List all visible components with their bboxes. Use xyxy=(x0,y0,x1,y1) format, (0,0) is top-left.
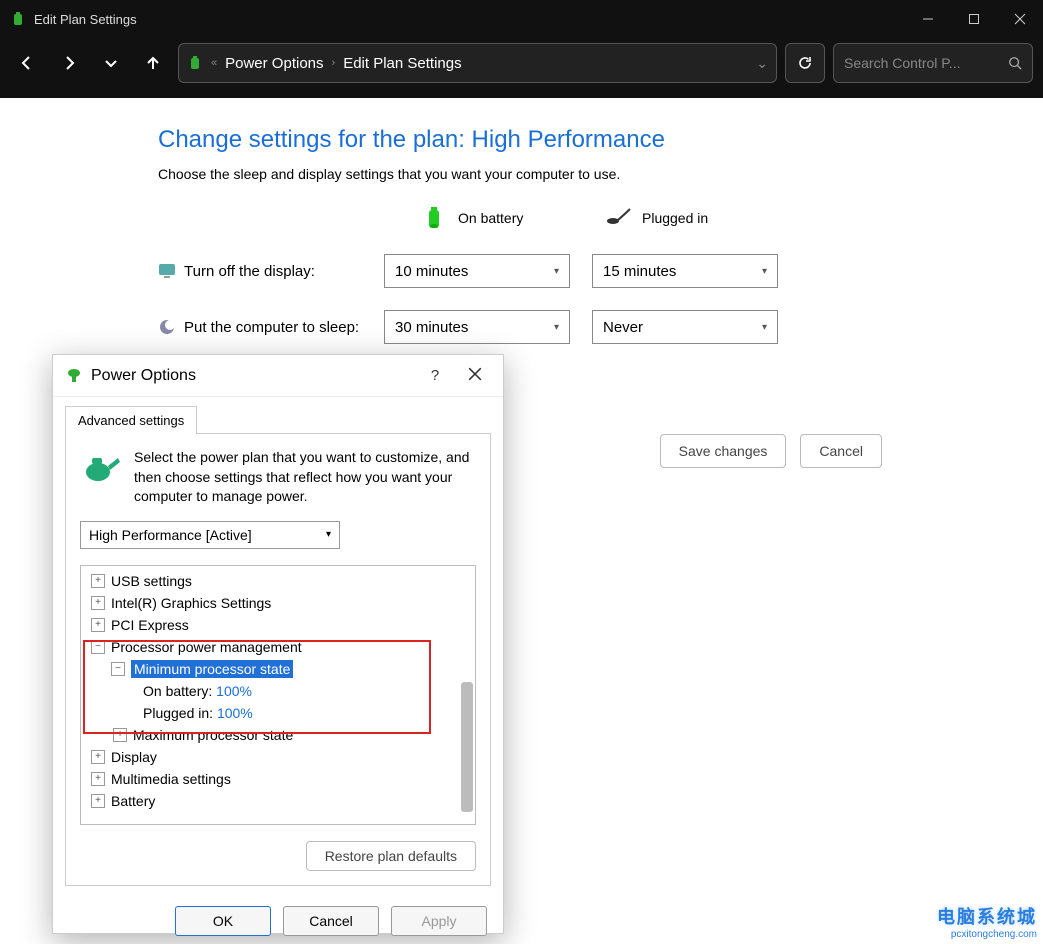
power-options-dialog: Power Options ? Advanced settings Select… xyxy=(52,354,504,934)
min-state-battery-label: On battery: xyxy=(143,683,212,699)
node-battery[interactable]: Battery xyxy=(111,793,155,809)
up-button[interactable] xyxy=(136,46,170,80)
row-display: Turn off the display: 10 minutes▾ 15 min… xyxy=(158,254,780,288)
battery-label: On battery xyxy=(458,210,523,226)
history-dropdown[interactable] xyxy=(94,46,128,80)
node-multimedia[interactable]: Multimedia settings xyxy=(111,771,231,787)
sleep-label: Put the computer to sleep: xyxy=(184,319,359,336)
dialog-titlebar: Power Options ? xyxy=(53,355,503,397)
collapse-icon[interactable]: − xyxy=(111,662,125,676)
node-usb-settings[interactable]: USB settings xyxy=(111,573,192,589)
chevron-down-icon: ▾ xyxy=(762,322,767,333)
node-display[interactable]: Display xyxy=(111,749,157,765)
ok-button[interactable]: OK xyxy=(175,906,271,936)
cancel-button[interactable]: Cancel xyxy=(800,434,882,468)
search-icon xyxy=(1008,56,1022,70)
close-button[interactable] xyxy=(997,0,1043,38)
row-sleep: Put the computer to sleep: 30 minutes▾ N… xyxy=(158,310,780,344)
moon-icon xyxy=(158,318,176,336)
chevron-down-icon: ▾ xyxy=(554,266,559,277)
plugged-label: Plugged in xyxy=(642,210,708,226)
expand-icon[interactable]: + xyxy=(91,574,105,588)
min-state-battery-value[interactable]: 100% xyxy=(216,683,252,699)
apply-button[interactable]: Apply xyxy=(391,906,487,936)
plug-icon xyxy=(604,204,632,232)
sleep-battery-dropdown[interactable]: 30 minutes▾ xyxy=(384,310,570,344)
dialog-intro: Select the power plan that you want to c… xyxy=(134,448,476,507)
expand-icon[interactable]: + xyxy=(91,772,105,786)
chevron-down-icon: ▾ xyxy=(326,529,331,540)
battery-icon xyxy=(10,11,26,27)
chevron-down-icon: ▾ xyxy=(554,322,559,333)
window-title: Edit Plan Settings xyxy=(34,12,905,27)
settings-tree[interactable]: + USB settings + Intel(R) Graphics Setting… xyxy=(80,565,476,825)
watermark: 电脑系统城 pcxitongcheng.com xyxy=(937,903,1037,940)
expand-icon[interactable]: + xyxy=(91,618,105,632)
tab-panel: Select the power plan that you want to c… xyxy=(65,433,491,886)
node-intel-graphics[interactable]: Intel(R) Graphics Settings xyxy=(111,595,271,611)
breadcrumb-edit-plan[interactable]: Edit Plan Settings xyxy=(343,55,461,72)
collapse-icon[interactable]: − xyxy=(91,640,105,654)
expand-icon[interactable]: + xyxy=(91,794,105,808)
display-battery-dropdown[interactable]: 10 minutes▾ xyxy=(384,254,570,288)
dialog-close-button[interactable] xyxy=(455,367,495,384)
help-button[interactable]: ? xyxy=(415,367,455,384)
battery-icon xyxy=(187,55,203,71)
chevron-right-icon: › xyxy=(332,57,336,69)
min-state-plugged-label: Plugged in: xyxy=(143,705,213,721)
dialog-cancel-button[interactable]: Cancel xyxy=(283,906,379,936)
scrollbar-thumb[interactable] xyxy=(461,682,473,812)
search-box[interactable]: Search Control P... xyxy=(833,43,1033,83)
sleep-plugged-dropdown[interactable]: Never▾ xyxy=(592,310,778,344)
tab-advanced-settings[interactable]: Advanced settings xyxy=(65,406,197,434)
search-placeholder: Search Control P... xyxy=(844,55,1000,71)
chevron-icon: « xyxy=(211,57,217,69)
forward-button[interactable] xyxy=(52,46,86,80)
page-heading: Change settings for the plan: High Perfo… xyxy=(158,126,780,154)
maximize-button[interactable] xyxy=(951,0,997,38)
battery-icon xyxy=(420,204,448,232)
save-changes-button[interactable]: Save changes xyxy=(660,434,787,468)
node-min-processor-state[interactable]: Minimum processor state xyxy=(131,660,293,678)
address-bar[interactable]: « Power Options › Edit Plan Settings ⌄ xyxy=(178,43,777,83)
refresh-button[interactable] xyxy=(785,43,825,83)
dialog-title: Power Options xyxy=(91,367,415,385)
breadcrumb-power-options[interactable]: Power Options xyxy=(225,55,323,72)
expand-icon[interactable]: + xyxy=(113,728,127,742)
plan-dropdown[interactable]: High Performance [Active]▾ xyxy=(80,521,340,549)
back-button[interactable] xyxy=(10,46,44,80)
power-plan-icon xyxy=(65,367,83,385)
node-processor-power[interactable]: Processor power management xyxy=(111,639,302,655)
monitor-icon xyxy=(158,262,176,280)
page-subtext: Choose the sleep and display settings th… xyxy=(158,166,780,182)
chevron-down-icon[interactable]: ⌄ xyxy=(756,55,768,72)
column-headers: On battery Plugged in xyxy=(420,204,780,232)
display-label: Turn off the display: xyxy=(184,263,315,280)
title-bar: Edit Plan Settings xyxy=(0,0,1043,38)
watering-can-icon xyxy=(80,448,122,490)
chevron-down-icon: ▾ xyxy=(762,266,767,277)
expand-icon[interactable]: + xyxy=(91,596,105,610)
node-max-processor-state[interactable]: Maximum processor state xyxy=(133,727,293,743)
expand-icon[interactable]: + xyxy=(91,750,105,764)
minimize-button[interactable] xyxy=(905,0,951,38)
restore-defaults-button[interactable]: Restore plan defaults xyxy=(306,841,476,871)
min-state-plugged-value[interactable]: 100% xyxy=(217,705,253,721)
node-pci-express[interactable]: PCI Express xyxy=(111,617,189,633)
navigation-bar: « Power Options › Edit Plan Settings ⌄ S… xyxy=(0,38,1043,98)
display-plugged-dropdown[interactable]: 15 minutes▾ xyxy=(592,254,778,288)
